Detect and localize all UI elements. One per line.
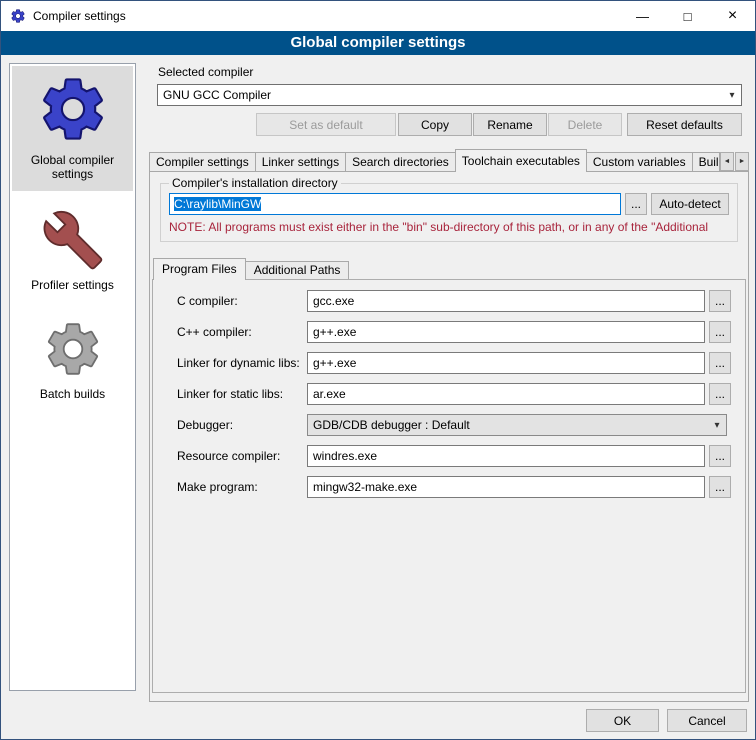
tab-toolchain-executables[interactable]: Toolchain executables <box>455 149 587 172</box>
dynamic-linker-input[interactable]: g++.exe <box>307 352 705 374</box>
sidebar-item-profiler-settings[interactable]: Profiler settings <box>10 193 135 292</box>
c-compiler-input[interactable]: gcc.exe <box>307 290 705 312</box>
field-label: C++ compiler: <box>177 321 252 343</box>
make-program-value: mingw32-make.exe <box>313 480 417 494</box>
copy-button[interactable]: Copy <box>398 113 472 136</box>
tab-compiler-settings[interactable]: Compiler settings <box>149 152 256 171</box>
tab-scroll-left-icon[interactable]: ◄ <box>720 152 734 171</box>
field-row-dynamic-linker: Linker for dynamic libs: g++.exe ... <box>153 352 745 374</box>
field-row-c-compiler: C compiler: gcc.exe ... <box>153 290 745 312</box>
cancel-button[interactable]: Cancel <box>667 709 747 732</box>
field-label: Make program: <box>177 476 258 498</box>
set-as-default-button[interactable]: Set as default <box>256 113 396 136</box>
selected-compiler-label: Selected compiler <box>158 65 253 79</box>
debugger-value: GDB/CDB debugger : Default <box>308 418 708 432</box>
field-label: C compiler: <box>177 290 238 312</box>
toolchain-executables-panel: Compiler's installation directory C:\ray… <box>149 171 749 702</box>
cpp-compiler-value: g++.exe <box>313 325 356 339</box>
program-files-panel: C compiler: gcc.exe ... C++ compiler: g+… <box>152 279 746 693</box>
browse-button[interactable]: ... <box>709 445 731 467</box>
field-label: Linker for static libs: <box>177 383 283 405</box>
tab-custom-variables[interactable]: Custom variables <box>586 152 693 171</box>
selected-compiler-dropdown[interactable]: GNU GCC Compiler ▾ <box>157 84 742 106</box>
field-label: Resource compiler: <box>177 445 280 467</box>
static-linker-input[interactable]: ar.exe <box>307 383 705 405</box>
tab-scroll-right-icon[interactable]: ► <box>735 152 749 171</box>
settings-tab-strip: Compiler settings Linker settings Search… <box>149 152 749 171</box>
browse-button[interactable]: ... <box>709 383 731 405</box>
settings-category-sidebar: Global compiler settings Profiler settin… <box>9 63 136 691</box>
sidebar-item-label: Batch builds <box>10 387 135 401</box>
installation-directory-row: C:\raylib\MinGW ... Auto-detect <box>169 193 729 215</box>
delete-button[interactable]: Delete <box>548 113 622 136</box>
app-gear-icon <box>10 8 26 24</box>
field-row-static-linker: Linker for static libs: ar.exe ... <box>153 383 745 405</box>
window-title: Compiler settings <box>33 9 126 23</box>
chevron-down-icon: ▾ <box>708 420 726 431</box>
installation-note-text: NOTE: All programs must exist either in … <box>169 220 729 234</box>
tab-linker-settings[interactable]: Linker settings <box>255 152 346 171</box>
installation-directory-browse-button[interactable]: ... <box>625 193 647 215</box>
tab-build-options[interactable]: Buil <box>692 152 720 171</box>
ok-button[interactable]: OK <box>586 709 659 732</box>
tab-program-files[interactable]: Program Files <box>153 258 246 280</box>
browse-button[interactable]: ... <box>709 321 731 343</box>
browse-button[interactable]: ... <box>709 290 731 312</box>
sidebar-item-label: Global compiler settings <box>14 153 131 181</box>
compiler-settings-dialog: Compiler settings — □ × Global compiler … <box>0 0 756 740</box>
maximize-button[interactable]: □ <box>665 1 710 31</box>
caption-buttons: — □ × <box>620 1 755 31</box>
blue-gear-icon <box>36 72 110 146</box>
static-linker-value: ar.exe <box>313 387 346 401</box>
installation-directory-value: C:\raylib\MinGW <box>174 197 261 211</box>
cpp-compiler-input[interactable]: g++.exe <box>307 321 705 343</box>
make-program-input[interactable]: mingw32-make.exe <box>307 476 705 498</box>
field-row-debugger: Debugger: GDB/CDB debugger : Default ▾ <box>153 414 745 436</box>
browse-button[interactable]: ... <box>709 476 731 498</box>
selected-compiler-value: GNU GCC Compiler <box>158 88 723 102</box>
installation-directory-group-title: Compiler's installation directory <box>169 176 341 190</box>
rename-button[interactable]: Rename <box>473 113 547 136</box>
tab-scroll-buttons: ◄ ► <box>720 152 749 171</box>
field-row-resource-compiler: Resource compiler: windres.exe ... <box>153 445 745 467</box>
browse-button[interactable]: ... <box>709 352 731 374</box>
dynamic-linker-value: g++.exe <box>313 356 356 370</box>
close-button[interactable]: × <box>710 1 755 31</box>
reset-defaults-button[interactable]: Reset defaults <box>627 113 742 136</box>
resource-compiler-input[interactable]: windres.exe <box>307 445 705 467</box>
sidebar-item-global-compiler-settings[interactable]: Global compiler settings <box>12 66 133 191</box>
page-title: Global compiler settings <box>1 31 755 55</box>
field-label: Debugger: <box>177 414 233 436</box>
field-row-cpp-compiler: C++ compiler: g++.exe ... <box>153 321 745 343</box>
program-files-tab-strip: Program Files Additional Paths <box>153 261 349 279</box>
debugger-dropdown[interactable]: GDB/CDB debugger : Default ▾ <box>307 414 727 436</box>
title-bar[interactable]: Compiler settings — □ × <box>1 1 755 31</box>
auto-detect-button[interactable]: Auto-detect <box>651 193 729 215</box>
gray-gear-icon <box>42 318 104 380</box>
installation-directory-input[interactable]: C:\raylib\MinGW <box>169 193 621 215</box>
c-compiler-value: gcc.exe <box>313 294 354 308</box>
field-row-make-program: Make program: mingw32-make.exe ... <box>153 476 745 498</box>
resource-compiler-value: windres.exe <box>313 449 377 463</box>
tab-additional-paths[interactable]: Additional Paths <box>245 261 350 279</box>
installation-directory-group: Compiler's installation directory C:\ray… <box>160 176 738 242</box>
chevron-down-icon: ▾ <box>723 90 741 101</box>
profiler-tool-icon <box>42 209 104 271</box>
sidebar-item-label: Profiler settings <box>10 278 135 292</box>
minimize-button[interactable]: — <box>620 1 665 31</box>
sidebar-item-batch-builds[interactable]: Batch builds <box>10 292 135 401</box>
tab-search-directories[interactable]: Search directories <box>345 152 456 171</box>
field-label: Linker for dynamic libs: <box>177 352 300 374</box>
